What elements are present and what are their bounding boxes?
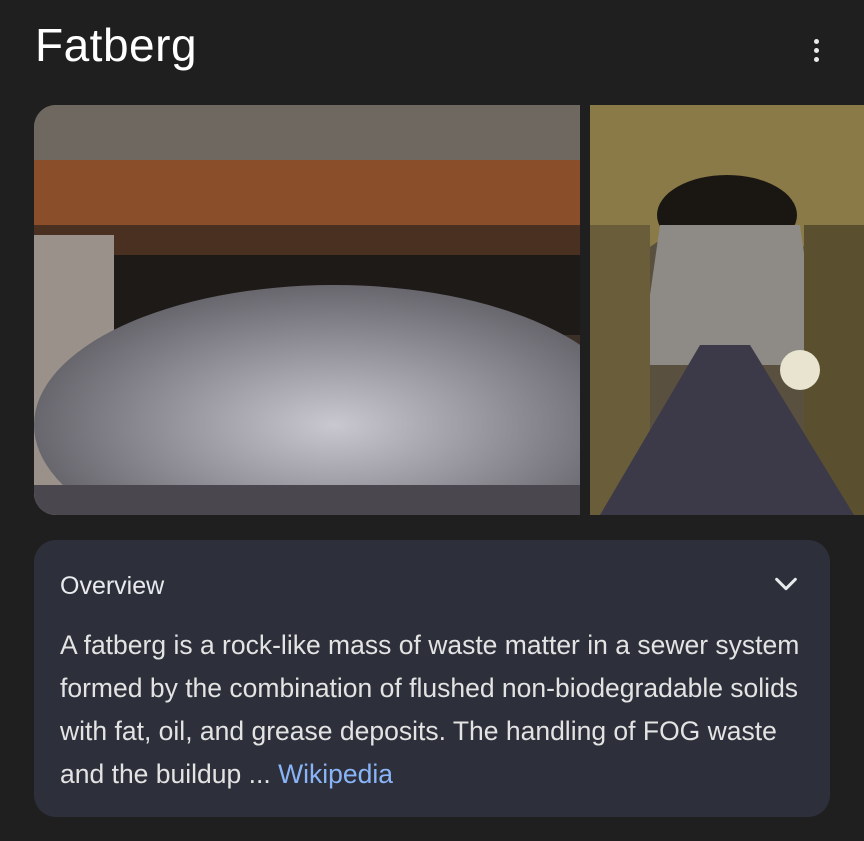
page-title: Fatberg [35,19,198,71]
overview-description: A fatberg is a rock-like mass of waste m… [60,630,800,789]
gallery-image-1[interactable] [34,105,580,515]
fatberg-sewer-photo-2 [590,105,864,515]
gallery-image-2[interactable] [590,105,864,515]
more-vert-icon [813,38,819,44]
fatberg-sewer-photo-1 [34,105,580,515]
overview-heading: Overview [60,572,165,600]
more-options-button[interactable] [800,30,832,70]
image-gallery[interactable] [34,105,864,515]
chevron-down-icon[interactable] [772,570,800,598]
wikipedia-link[interactable]: Wikipedia [278,759,393,789]
overview-card: Overview A fatberg is a rock-like mass o… [34,540,830,817]
overview-text: A fatberg is a rock-like mass of waste m… [60,624,820,796]
